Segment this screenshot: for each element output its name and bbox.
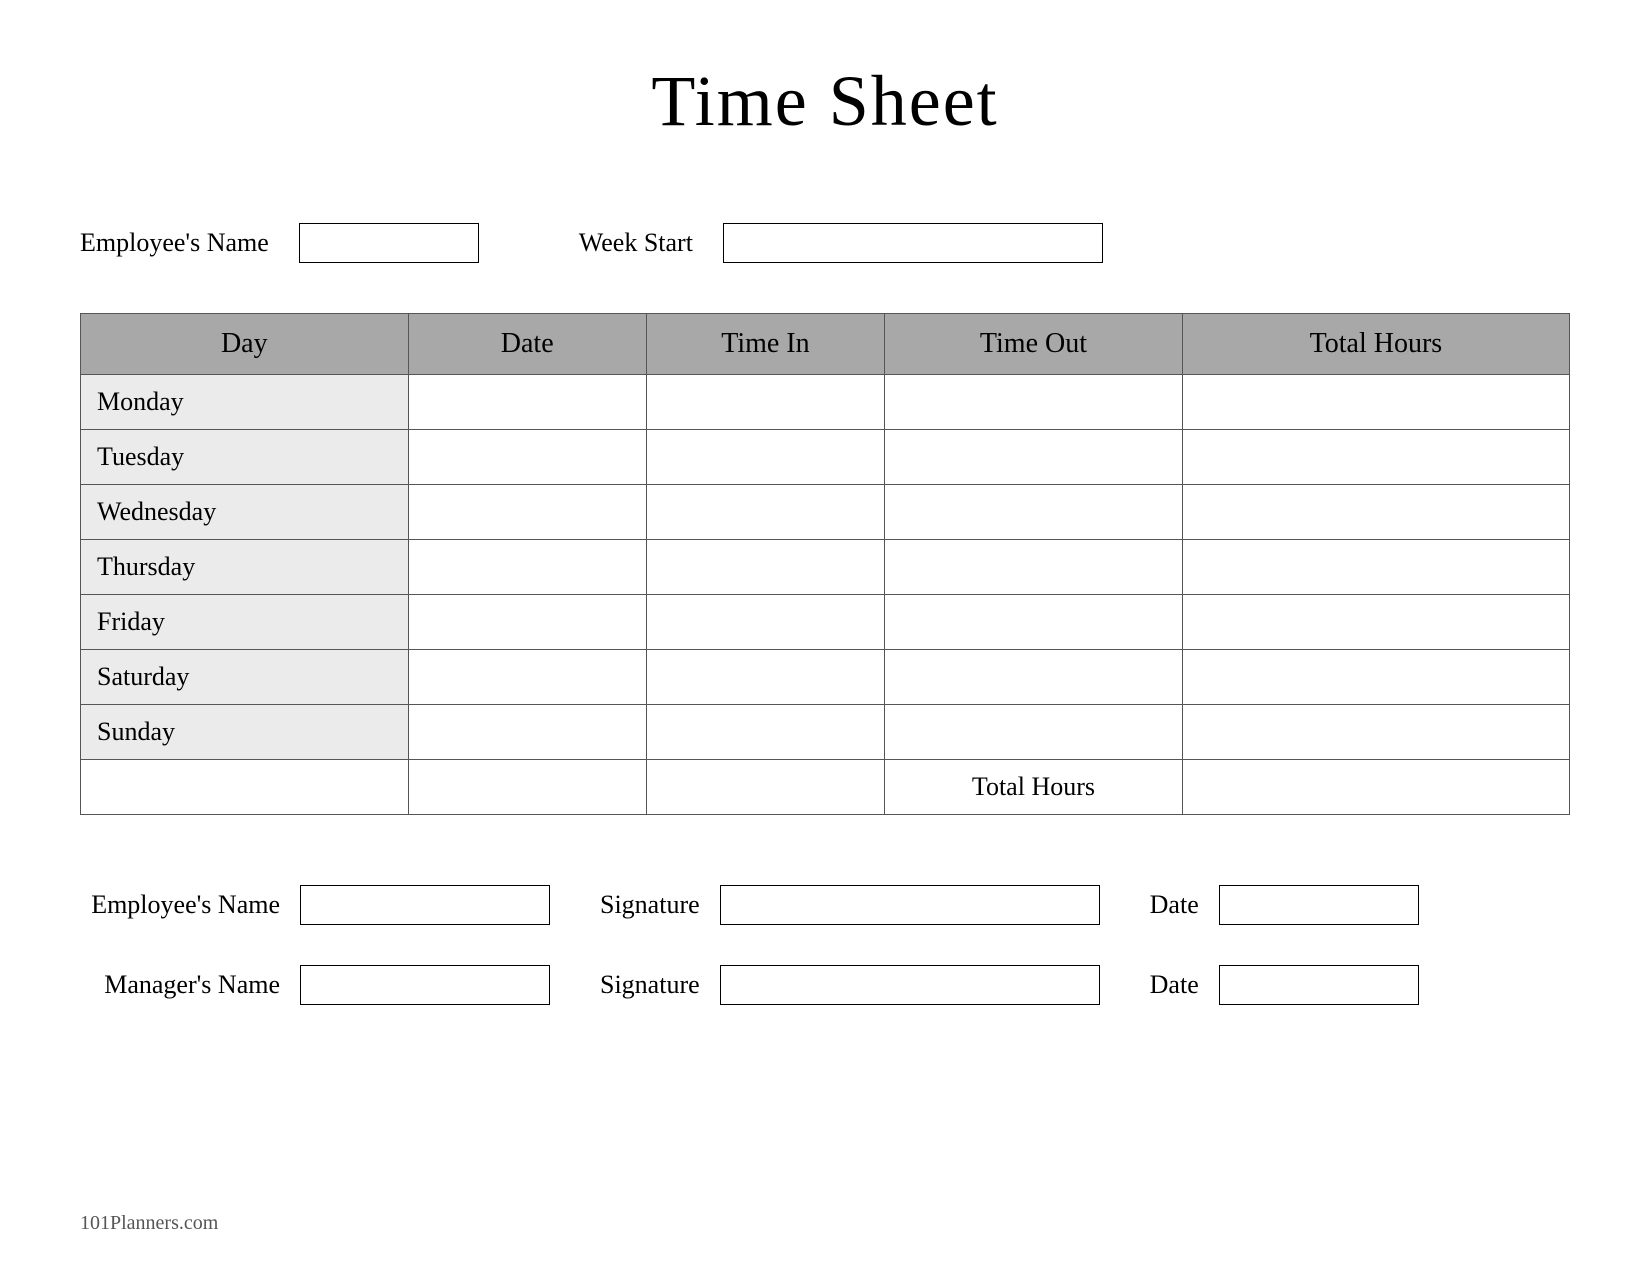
col-day: Day — [81, 314, 409, 375]
timein-tuesday[interactable] — [646, 430, 884, 485]
table-row: Sunday — [81, 705, 1570, 760]
timein-sunday[interactable] — [646, 705, 884, 760]
header-fields: Employee's Name Week Start — [80, 223, 1570, 263]
totalhours-sunday[interactable] — [1182, 705, 1569, 760]
manager-bottom-name-input[interactable] — [300, 965, 550, 1005]
table-row: Tuesday — [81, 430, 1570, 485]
col-timein: Time In — [646, 314, 884, 375]
employee-name-label: Employee's Name — [80, 228, 269, 258]
employee-signature-label: Signature — [600, 890, 700, 920]
total-empty-1 — [81, 760, 409, 815]
total-hours-label: Total Hours — [885, 760, 1183, 815]
date-thursday[interactable] — [408, 540, 646, 595]
table-row: Saturday — [81, 650, 1570, 705]
date-wednesday[interactable] — [408, 485, 646, 540]
timesheet-table: Day Date Time In Time Out Total Hours Mo… — [80, 313, 1570, 815]
timein-wednesday[interactable] — [646, 485, 884, 540]
employee-bottom-name-input[interactable] — [300, 885, 550, 925]
day-friday: Friday — [81, 595, 409, 650]
timeout-friday[interactable] — [885, 595, 1183, 650]
employee-signature-input[interactable] — [720, 885, 1100, 925]
totalhours-wednesday[interactable] — [1182, 485, 1569, 540]
page: Time Sheet Employee's Name Week Start Da… — [0, 0, 1650, 1275]
date-saturday[interactable] — [408, 650, 646, 705]
day-tuesday: Tuesday — [81, 430, 409, 485]
totalhours-monday[interactable] — [1182, 375, 1569, 430]
day-thursday: Thursday — [81, 540, 409, 595]
week-start-label: Week Start — [579, 228, 693, 258]
employee-date-input[interactable] — [1219, 885, 1419, 925]
timein-saturday[interactable] — [646, 650, 884, 705]
employee-bottom-row: Employee's Name Signature Date — [80, 885, 1570, 925]
totalhours-saturday[interactable] — [1182, 650, 1569, 705]
col-date: Date — [408, 314, 646, 375]
manager-signature-input[interactable] — [720, 965, 1100, 1005]
timeout-saturday[interactable] — [885, 650, 1183, 705]
col-timeout: Time Out — [885, 314, 1183, 375]
manager-date-input[interactable] — [1219, 965, 1419, 1005]
col-totalhours: Total Hours — [1182, 314, 1569, 375]
employee-bottom-name-label: Employee's Name — [80, 890, 280, 920]
timeout-monday[interactable] — [885, 375, 1183, 430]
day-monday: Monday — [81, 375, 409, 430]
page-title: Time Sheet — [80, 60, 1570, 143]
table-row: Thursday — [81, 540, 1570, 595]
footer: 101Planners.com — [80, 1212, 218, 1235]
date-friday[interactable] — [408, 595, 646, 650]
timein-friday[interactable] — [646, 595, 884, 650]
manager-bottom-row: Manager's Name Signature Date — [80, 965, 1570, 1005]
employee-name-input[interactable] — [299, 223, 479, 263]
timein-monday[interactable] — [646, 375, 884, 430]
manager-date-label: Date — [1150, 970, 1199, 1000]
timeout-wednesday[interactable] — [885, 485, 1183, 540]
day-wednesday: Wednesday — [81, 485, 409, 540]
date-sunday[interactable] — [408, 705, 646, 760]
manager-bottom-name-label: Manager's Name — [80, 970, 280, 1000]
table-header-row: Day Date Time In Time Out Total Hours — [81, 314, 1570, 375]
timeout-tuesday[interactable] — [885, 430, 1183, 485]
week-start-input[interactable] — [723, 223, 1103, 263]
total-hours-value[interactable] — [1182, 760, 1569, 815]
timeout-sunday[interactable] — [885, 705, 1183, 760]
manager-signature-label: Signature — [600, 970, 700, 1000]
bottom-fields: Employee's Name Signature Date Manager's… — [80, 885, 1570, 1005]
date-tuesday[interactable] — [408, 430, 646, 485]
table-row: Friday — [81, 595, 1570, 650]
employee-date-label: Date — [1150, 890, 1199, 920]
totalhours-friday[interactable] — [1182, 595, 1569, 650]
total-empty-2 — [408, 760, 646, 815]
day-sunday: Sunday — [81, 705, 409, 760]
table-row: Wednesday — [81, 485, 1570, 540]
total-row: Total Hours — [81, 760, 1570, 815]
timein-thursday[interactable] — [646, 540, 884, 595]
timeout-thursday[interactable] — [885, 540, 1183, 595]
totalhours-tuesday[interactable] — [1182, 430, 1569, 485]
total-empty-3 — [646, 760, 884, 815]
table-row: Monday — [81, 375, 1570, 430]
day-saturday: Saturday — [81, 650, 409, 705]
date-monday[interactable] — [408, 375, 646, 430]
totalhours-thursday[interactable] — [1182, 540, 1569, 595]
